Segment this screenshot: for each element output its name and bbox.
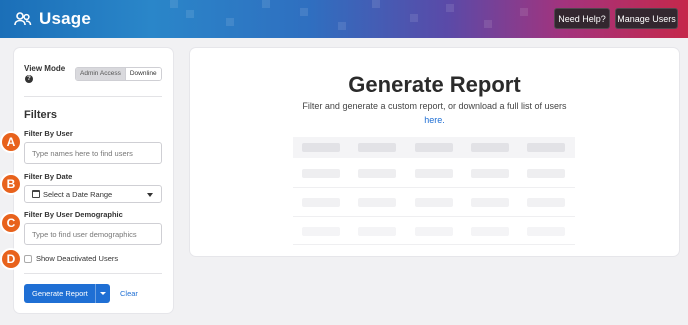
skeleton-bar [527, 169, 565, 178]
view-mode-admin-access[interactable]: Admin Access [76, 68, 126, 80]
skeleton-bar [302, 169, 340, 178]
download-link[interactable]: here. [190, 115, 679, 125]
skeleton-bar [415, 169, 453, 178]
app-header: Usage Need Help? Manage Users [0, 0, 688, 38]
skeleton-bar [415, 227, 453, 236]
skeleton-bar [527, 143, 565, 152]
date-range-select[interactable]: Select a Date Range [24, 185, 162, 203]
report-panel: Generate Report Filter and generate a cu… [190, 48, 679, 256]
view-mode-label: View Mode [24, 64, 66, 73]
generate-report-label: Generate Report [32, 289, 88, 298]
skeleton-bar [527, 198, 565, 207]
callout-marker-b: B [0, 173, 22, 195]
filter-by-user-label: Filter By User [24, 129, 73, 138]
filter-by-user-input[interactable]: Type names here to find users [24, 142, 162, 164]
skeleton-bar [415, 198, 453, 207]
skeleton-bar [358, 227, 396, 236]
question-circle-icon[interactable]: ? [25, 75, 33, 83]
generate-report-button[interactable]: Generate Report [24, 284, 110, 303]
skeleton-bar [358, 198, 396, 207]
skeleton-divider [293, 216, 575, 217]
chevron-down-icon [147, 193, 153, 197]
filter-by-demographic-label: Filter By User Demographic [24, 210, 123, 219]
skeleton-bar [527, 227, 565, 236]
view-mode-toggle: Admin Access Downline [75, 67, 162, 81]
skeleton-bar [471, 198, 509, 207]
skeleton-bar [415, 143, 453, 152]
show-deactivated-checkbox[interactable] [24, 254, 32, 263]
filters-title: Filters [24, 109, 58, 121]
skeleton-divider [293, 244, 575, 245]
date-range-value: Select a Date Range [43, 189, 113, 199]
chevron-down-icon [100, 292, 106, 295]
skeleton-bar [471, 169, 509, 178]
show-deactivated-row[interactable]: Show Deactivated Users [24, 254, 118, 263]
skeleton-bar [302, 198, 340, 207]
skeleton-divider [293, 187, 575, 188]
calendar-icon [32, 190, 40, 198]
divider [24, 96, 162, 97]
manage-users-button[interactable]: Manage Users [615, 8, 678, 29]
skeleton-bar [471, 227, 509, 236]
filter-by-date-label: Filter By Date [24, 172, 73, 181]
callout-marker-d: D [0, 248, 22, 270]
app-brand[interactable]: Usage [14, 9, 91, 29]
skeleton-bar [358, 143, 396, 152]
need-help-button[interactable]: Need Help? [554, 8, 610, 29]
generate-options-dropdown[interactable] [95, 284, 110, 303]
page-subtitle: Filter and generate a custom report, or … [302, 101, 567, 111]
skeleton-bar [358, 169, 396, 178]
view-mode-downline[interactable]: Downline [125, 68, 161, 80]
callout-marker-a: A [0, 131, 22, 153]
demographic-input[interactable]: Type to find user demographics [24, 223, 162, 245]
clear-link[interactable]: Clear [120, 289, 138, 298]
callout-marker-c: C [0, 212, 22, 234]
users-icon [14, 12, 32, 26]
divider [24, 273, 162, 274]
skeleton-bar [302, 143, 340, 152]
filters-sidebar: View Mode ? Admin Access Downline Filter… [14, 48, 173, 313]
skeleton-bar [471, 143, 509, 152]
app-title: Usage [39, 9, 92, 28]
show-deactivated-label: Show Deactivated Users [36, 254, 119, 263]
page-title: Generate Report [348, 72, 521, 97]
skeleton-bar [302, 227, 340, 236]
